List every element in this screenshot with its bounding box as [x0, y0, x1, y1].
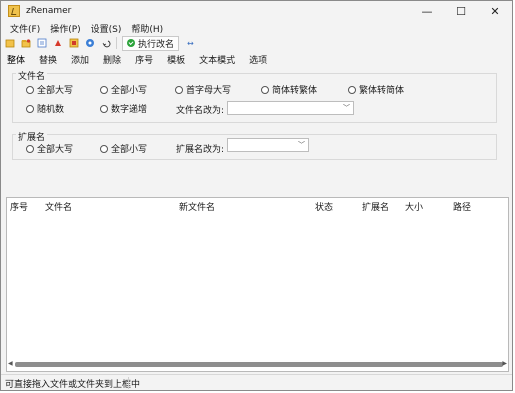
chevron-down-icon: ﹀ [298, 141, 305, 149]
toolbar-separator [116, 37, 117, 49]
check-circle-icon [127, 39, 135, 47]
radio-dot [26, 85, 34, 94]
menu-bar: 文件(F) 操作(P) 设置(S) 帮助(H) [1, 21, 512, 35]
title-bar: zRenamer — ☐ ✕ [1, 1, 512, 21]
add-file-icon[interactable] [5, 38, 15, 48]
radio-filename-uppercase[interactable]: 全部大写 [26, 83, 73, 96]
radio-dot [26, 144, 34, 153]
window-controls: — ☐ ✕ [410, 1, 512, 21]
menu-help[interactable]: 帮助(H) [131, 22, 163, 35]
undo-icon[interactable] [101, 38, 111, 48]
minimize-button[interactable]: — [410, 1, 444, 21]
radio-ext-uppercase[interactable]: 全部大写 [26, 142, 73, 155]
column-header-size[interactable]: 大小 [405, 200, 423, 213]
run-rename-label: 执行改名 [138, 39, 175, 50]
radio-dot [261, 85, 269, 94]
scroll-left-arrow-icon[interactable]: ◀ [8, 360, 13, 367]
tab-add[interactable]: 添加 [71, 53, 89, 66]
tab-replace[interactable]: 替换 [39, 53, 57, 66]
clear-icon[interactable] [53, 38, 63, 48]
maximize-button[interactable]: ☐ [444, 1, 478, 21]
radio-label: 简体转繁体 [272, 86, 318, 96]
radio-dot [26, 104, 34, 113]
tab-template[interactable]: 模板 [167, 53, 185, 66]
radio-filename-increment[interactable]: 数字递增 [100, 102, 147, 115]
menu-settings[interactable]: 设置(S) [91, 22, 122, 35]
app-logo-icon [8, 5, 20, 17]
status-divider [128, 377, 129, 389]
add-folder-icon[interactable] [21, 38, 31, 48]
radio-label: 全部大写 [37, 86, 74, 96]
column-header-filename[interactable]: 文件名 [45, 200, 72, 213]
status-bar: 可直接拖入文件或文件夹到上框中 [1, 374, 512, 391]
radio-dot [100, 85, 108, 94]
app-window: zRenamer — ☐ ✕ 文件(F) 操作(P) 设置(S) 帮助(H) 执… [0, 0, 513, 391]
filename-group [12, 73, 497, 123]
status-text: 可直接拖入文件或文件夹到上框中 [5, 379, 141, 390]
menu-file[interactable]: 文件(F) [10, 22, 40, 35]
globe-icon[interactable] [85, 38, 95, 48]
radio-filename-lowercase[interactable]: 全部小写 [100, 83, 147, 96]
close-button[interactable]: ✕ [478, 1, 512, 21]
radio-filename-trad-to-simp[interactable]: 繁体转简体 [348, 83, 404, 96]
horizontal-scrollbar[interactable] [15, 362, 503, 367]
list-icon[interactable] [37, 38, 47, 48]
filename-change-to-label: 文件名改为: [176, 106, 225, 116]
radio-label: 随机数 [37, 105, 65, 115]
preview-icon[interactable] [69, 38, 79, 48]
column-header-extension[interactable]: 扩展名 [362, 200, 389, 213]
filename-change-to-combo[interactable]: ﹀ [227, 101, 354, 115]
menu-operate[interactable]: 操作(P) [50, 22, 80, 35]
file-list[interactable]: 序号 文件名 新文件名 状态 扩展名 大小 路径 ◀ ▶ [6, 197, 509, 372]
radio-dot [348, 85, 356, 94]
file-list-header: 序号 文件名 新文件名 状态 扩展名 大小 路径 [7, 198, 508, 213]
radio-label: 首字母大写 [186, 86, 232, 96]
tab-text-mode[interactable]: 文本模式 [199, 53, 235, 66]
toolbar: 执行改名 ↔ [1, 35, 512, 51]
extension-change-to-combo[interactable]: ﹀ [227, 138, 309, 152]
radio-label: 繁体转简体 [359, 86, 405, 96]
radio-filename-capitalize[interactable]: 首字母大写 [175, 83, 231, 96]
radio-dot [100, 144, 108, 153]
radio-ext-lowercase[interactable]: 全部小写 [100, 142, 147, 155]
extension-change-to-label: 扩展名改为: [176, 145, 225, 155]
radio-label: 全部小写 [111, 86, 148, 96]
column-header-path[interactable]: 路径 [453, 200, 471, 213]
column-header-new-filename[interactable]: 新文件名 [179, 200, 215, 213]
chevron-down-icon: ﹀ [343, 104, 350, 112]
run-rename-button[interactable]: 执行改名 [122, 35, 180, 51]
tab-options[interactable]: 选项 [249, 53, 267, 66]
radio-label: 全部大写 [37, 145, 74, 155]
radio-label: 全部小写 [111, 145, 148, 155]
tab-delete[interactable]: 删除 [103, 53, 121, 66]
swap-arrow-icon[interactable]: ↔ [187, 39, 194, 48]
radio-filename-random[interactable]: 随机数 [26, 102, 64, 115]
filename-group-label: 文件名 [16, 69, 48, 82]
tab-overall[interactable]: 整体 [7, 53, 25, 66]
radio-dot [175, 85, 183, 94]
tab-strip: 整体 替换 添加 删除 序号 模板 文本模式 选项 [1, 52, 512, 66]
column-header-index[interactable]: 序号 [10, 200, 28, 213]
radio-filename-simp-to-trad[interactable]: 简体转繁体 [261, 83, 317, 96]
column-header-status[interactable]: 状态 [315, 200, 333, 213]
radio-label: 数字递增 [111, 105, 148, 115]
window-title: zRenamer [26, 6, 72, 16]
scroll-right-arrow-icon[interactable]: ▶ [502, 360, 507, 367]
radio-dot [100, 104, 108, 113]
tab-sequence[interactable]: 序号 [135, 53, 153, 66]
